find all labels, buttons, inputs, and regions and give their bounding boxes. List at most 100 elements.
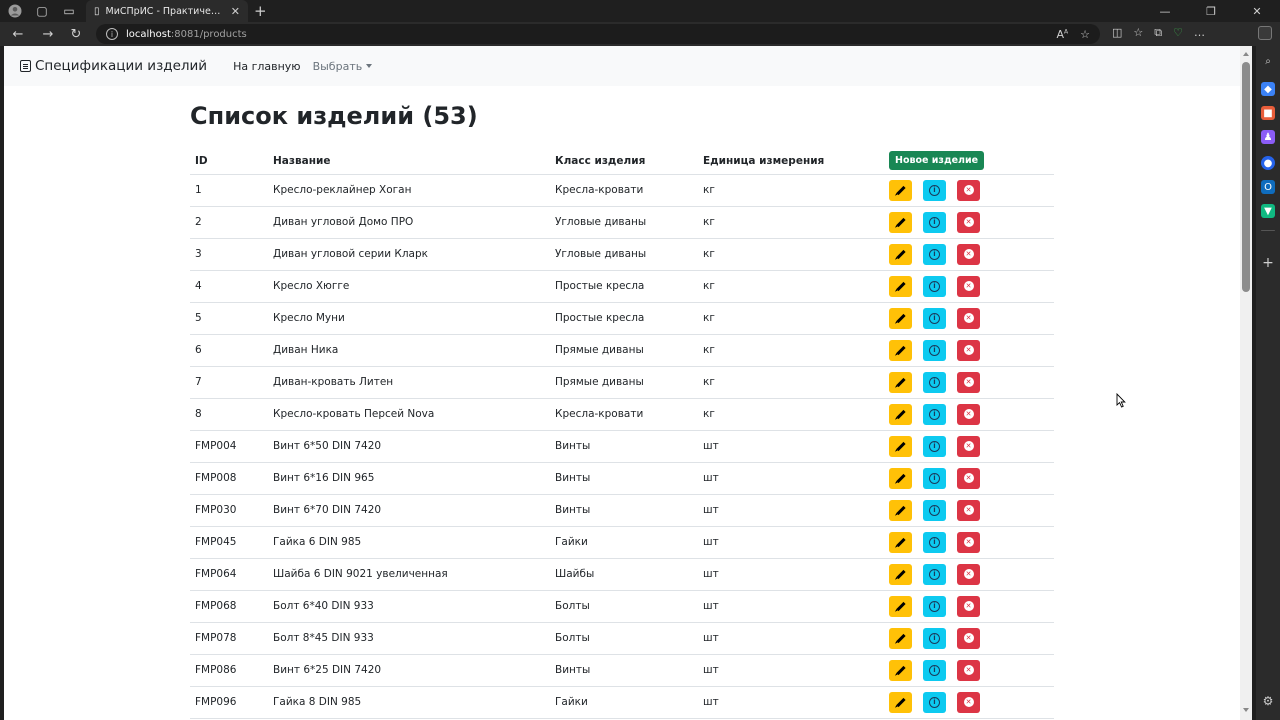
info-button[interactable]: i (923, 211, 946, 233)
edit-button[interactable] (889, 563, 912, 585)
delete-button[interactable]: ✕ (957, 211, 980, 233)
edit-button[interactable] (889, 371, 912, 393)
more-menu-icon[interactable]: … (1194, 26, 1205, 40)
table-body: 1 Кресло-реклайнер Хоган Кресла-кровати кг i… (190, 174, 1054, 719)
cell-class: Простые кресла (550, 270, 698, 303)
info-button[interactable]: i (923, 371, 946, 393)
info-button[interactable]: i (923, 339, 946, 361)
outlook-icon[interactable]: O (1261, 180, 1275, 194)
microsoft-365-icon[interactable]: ● (1261, 156, 1275, 170)
refresh-icon[interactable]: ↻ (67, 26, 85, 42)
edit-button[interactable] (889, 595, 912, 617)
info-button[interactable]: i (923, 435, 946, 457)
edit-button[interactable] (889, 467, 912, 489)
delete-button[interactable]: ✕ (957, 243, 980, 265)
close-icon[interactable]: ✕ (231, 5, 240, 18)
delete-button[interactable]: ✕ (957, 339, 980, 361)
shopping-tag-icon[interactable]: ◆ (1261, 82, 1275, 96)
delete-button[interactable]: ✕ (957, 403, 980, 425)
browser-essentials-icon[interactable]: ♡ (1173, 26, 1183, 40)
edit-button[interactable] (889, 531, 912, 553)
info-button[interactable]: i (923, 659, 946, 681)
info-button[interactable]: i (923, 179, 946, 201)
brand[interactable]: Спецификации изделий (20, 58, 207, 74)
tab-actions-icon[interactable]: ▭ (61, 3, 77, 19)
read-aloud-icon[interactable]: AA (1056, 28, 1068, 41)
games-icon[interactable]: ♟ (1261, 130, 1275, 144)
edit-button[interactable] (889, 243, 912, 265)
delete-button[interactable]: ✕ (957, 659, 980, 681)
scrollbar-thumb[interactable] (1242, 62, 1250, 292)
info-button[interactable]: i (923, 467, 946, 489)
drop-icon[interactable]: ▼ (1261, 204, 1275, 218)
new-product-button[interactable]: Новое изделие (889, 151, 985, 171)
favorite-star-icon[interactable]: ☆ (1080, 28, 1090, 41)
scroll-up-arrow-icon[interactable] (1243, 52, 1249, 56)
edit-button[interactable] (889, 179, 912, 201)
edit-button[interactable] (889, 275, 912, 297)
delete-button[interactable]: ✕ (957, 563, 980, 585)
cell-class: Простые кресла (550, 302, 698, 335)
workspaces-icon[interactable]: ▢ (34, 3, 50, 19)
info-button[interactable]: i (923, 243, 946, 265)
site-info-icon[interactable]: i (106, 28, 118, 40)
search-icon[interactable]: ⌕ (1261, 54, 1275, 68)
scroll-down-arrow-icon[interactable] (1243, 708, 1249, 712)
info-button[interactable]: i (923, 595, 946, 617)
delete-button[interactable]: ✕ (957, 435, 980, 457)
edit-button[interactable] (889, 659, 912, 681)
info-button[interactable]: i (923, 563, 946, 585)
delete-button[interactable]: ✕ (957, 499, 980, 521)
page-scrollbar[interactable] (1240, 46, 1252, 720)
forward-icon[interactable]: → (39, 26, 57, 42)
favorites-icon[interactable]: ☆ (1133, 26, 1143, 40)
edit-button[interactable] (889, 307, 912, 329)
edit-button[interactable] (889, 435, 912, 457)
cell-class: Гайки (550, 526, 698, 559)
collections-icon[interactable]: ⧉ (1154, 26, 1162, 40)
delete-button[interactable]: ✕ (957, 595, 980, 617)
nav-select-dropdown[interactable]: Выбрать (313, 60, 373, 73)
copilot-icon[interactable] (1258, 26, 1272, 40)
edit-button[interactable] (889, 339, 912, 361)
delete-button[interactable]: ✕ (957, 467, 980, 489)
delete-button[interactable]: ✕ (957, 627, 980, 649)
info-icon: i (929, 184, 940, 196)
delete-button[interactable]: ✕ (957, 307, 980, 329)
info-button[interactable]: i (923, 499, 946, 521)
edge-sidebar: ⌕ ◆ ■ ♟ ● O ▼ + ⚙ (1256, 46, 1280, 720)
settings-gear-icon[interactable]: ⚙ (1261, 694, 1275, 708)
nav-home-link[interactable]: На главную (233, 60, 301, 73)
edit-button[interactable] (889, 627, 912, 649)
info-button[interactable]: i (923, 531, 946, 553)
info-button[interactable]: i (923, 275, 946, 297)
delete-button[interactable]: ✕ (957, 275, 980, 297)
edit-button[interactable] (889, 691, 912, 713)
table-row: FMP068 Болт 6*40 DIN 933 Болты шт i ✕ (190, 590, 1054, 623)
minimize-icon[interactable]: — (1142, 0, 1188, 22)
pencil-icon (895, 345, 906, 355)
new-tab-icon[interactable]: + (254, 3, 267, 19)
tools-icon[interactable]: ■ (1261, 106, 1275, 120)
delete-button[interactable]: ✕ (957, 179, 980, 201)
edit-button[interactable] (889, 403, 912, 425)
cell-id: FMP064 (190, 558, 268, 591)
browser-tab-bar: ▢ ▭ ▯ МиСПрИС - Практическая рабо ✕ + — … (0, 0, 1280, 22)
profile-icon[interactable] (7, 3, 23, 19)
delete-button[interactable]: ✕ (957, 691, 980, 713)
add-sidebar-icon[interactable]: + (1261, 255, 1275, 271)
info-button[interactable]: i (923, 627, 946, 649)
edit-button[interactable] (889, 211, 912, 233)
info-button[interactable]: i (923, 403, 946, 425)
delete-button[interactable]: ✕ (957, 371, 980, 393)
browser-tab[interactable]: ▯ МиСПрИС - Практическая рабо ✕ (86, 0, 248, 22)
edit-button[interactable] (889, 499, 912, 521)
info-button[interactable]: i (923, 307, 946, 329)
window-close-icon[interactable]: ✕ (1234, 0, 1280, 22)
delete-button[interactable]: ✕ (957, 531, 980, 553)
split-screen-icon[interactable]: ◫ (1112, 26, 1122, 40)
restore-icon[interactable]: ❐ (1188, 0, 1234, 22)
back-icon[interactable]: ← (9, 26, 27, 42)
info-button[interactable]: i (923, 691, 946, 713)
address-bar[interactable]: i localhost:8081/products AA ☆ (96, 24, 1100, 44)
